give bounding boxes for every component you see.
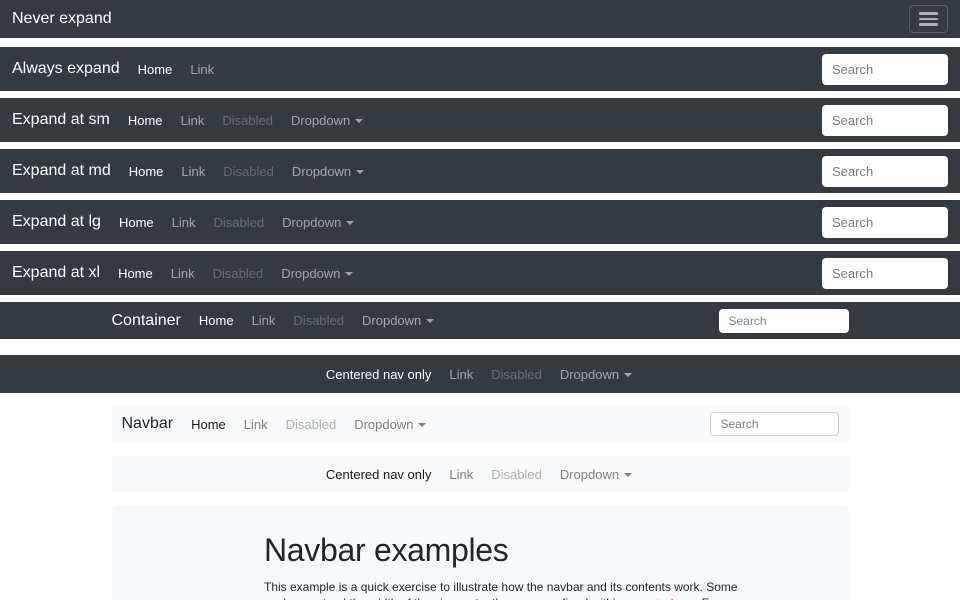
search-input[interactable] [719,309,849,333]
search-input[interactable] [822,54,948,85]
nav-links: HomeLinkDisabledDropdown [111,215,364,230]
hamburger-icon [919,12,938,26]
nav-links: HomeLink [130,62,225,77]
caret-down-icon [356,170,364,174]
nav-link-dropdown[interactable]: Dropdown [346,417,434,432]
navbar-light-navbar: Navbar HomeLinkDisabledDropdown [112,406,849,442]
nav-links: Centered nav onlyLinkDisabledDropdown [318,467,642,482]
search-input[interactable] [822,156,948,187]
intro-paragraph: This example is a quick exercise to illu… [264,579,696,600]
nav-link-disabled: Disabled [205,266,272,281]
navbar-toggler-button[interactable] [909,5,948,33]
intro-line-1: This example is a quick exercise to illu… [264,580,738,594]
intro-line-2: navbars extend the width of the viewport… [264,596,720,600]
nav-link-link[interactable]: Link [182,62,222,77]
nav-link-home[interactable]: Home [110,266,161,281]
main-container: Navbar examples This example is a quick … [112,505,849,600]
nav-link-disabled: Disabled [214,113,281,128]
nav-link-home[interactable]: Home [191,313,242,328]
nav-link-disabled: Disabled [483,367,550,382]
nav-links: HomeLinkDisabledDropdown [191,313,444,328]
navbar-expand-sm: Expand at sm HomeLinkDisabledDropdown [0,98,960,142]
navbar-light-centered: Centered nav onlyLinkDisabledDropdown [112,456,849,492]
navbar-brand-expand-lg[interactable]: Expand at lg [12,213,101,231]
nav-link-dropdown[interactable]: Dropdown [354,313,442,328]
caret-down-icon [624,473,632,477]
nav-link-disabled: Disabled [483,467,550,482]
nav-link-centered-nav-only[interactable]: Centered nav only [318,367,440,382]
navbar-light-navbar-wrap: Navbar HomeLinkDisabledDropdown [112,406,849,442]
nav-link-dropdown[interactable]: Dropdown [552,467,640,482]
search-input[interactable] [822,258,948,289]
jumbotron: Navbar examples This example is a quick … [112,505,849,600]
search-input[interactable] [710,412,839,436]
navbar-dark-centered: Centered nav onlyLinkDisabledDropdown [0,355,960,393]
nav-links: HomeLinkDisabledDropdown [110,266,363,281]
nav-link-link[interactable]: Link [164,215,204,230]
nav-links: HomeLinkDisabledDropdown [120,113,373,128]
navbar-examples-page: Never expandAlways expandHomeLinkExpand … [0,0,960,600]
navbar-always-expand: Always expand HomeLink [0,47,960,91]
nav-link-disabled: Disabled [278,417,345,432]
nav-link-home[interactable]: Home [130,62,181,77]
nav-link-home[interactable]: Home [111,215,162,230]
navbar-expand-xl: Expand at xl HomeLinkDisabledDropdown [0,251,960,295]
nav-link-link[interactable]: Link [441,367,481,382]
page-title: Navbar examples [264,532,696,569]
navbar-brand-always-expand[interactable]: Always expand [12,60,120,78]
jumbotron-column: Navbar examples This example is a quick … [264,532,696,600]
nav-link-link[interactable]: Link [236,417,276,432]
navbar-never-expand: Never expand [0,0,960,38]
nav-link-home[interactable]: Home [120,113,171,128]
navbar-container-container: Container HomeLinkDisabledDropdown [112,302,849,339]
nav-link-dropdown[interactable]: Dropdown [283,113,371,128]
caret-down-icon [624,373,632,377]
navbar-container: Container HomeLinkDisabledDropdown [0,302,960,339]
nav-link-link[interactable]: Link [244,313,284,328]
nav-link-link[interactable]: Link [173,164,213,179]
search-input[interactable] [822,105,948,136]
nav-link-dropdown[interactable]: Dropdown [552,367,640,382]
caret-down-icon [355,119,363,123]
caret-down-icon [346,221,354,225]
caret-down-icon [426,319,434,323]
navbar-expand-md: Expand at md HomeLinkDisabledDropdown [0,149,960,193]
nav-link-link[interactable]: Link [441,467,481,482]
nav-link-home[interactable]: Home [183,417,234,432]
nav-link-dropdown[interactable]: Dropdown [274,215,362,230]
navbar-expand-lg: Expand at lg HomeLinkDisabledDropdown [0,200,960,244]
nav-link-dropdown[interactable]: Dropdown [284,164,372,179]
navbar-brand-expand-md[interactable]: Expand at md [12,162,111,180]
navbar-brand-expand-xl[interactable]: Expand at xl [12,264,100,282]
navbar-brand-never-expand[interactable]: Never expand [12,10,112,28]
caret-down-icon [345,272,353,276]
navbar-brand-light-navbar[interactable]: Navbar [122,415,174,433]
navbar-brand-container[interactable]: Container [112,312,181,330]
nav-link-link[interactable]: Link [173,113,213,128]
nav-link-disabled: Disabled [215,164,282,179]
nav-links: HomeLinkDisabledDropdown [121,164,374,179]
search-input[interactable] [822,207,948,238]
navbar-light-centered-wrap: Centered nav onlyLinkDisabledDropdown [112,456,849,492]
nav-links: HomeLinkDisabledDropdown [183,417,436,432]
caret-down-icon [418,423,426,427]
nav-link-dropdown[interactable]: Dropdown [273,266,361,281]
navbar-brand-expand-sm[interactable]: Expand at sm [12,111,110,129]
nav-link-home[interactable]: Home [121,164,172,179]
nav-link-disabled: Disabled [206,215,273,230]
nav-link-link[interactable]: Link [163,266,203,281]
navbar-stack: Never expandAlways expandHomeLinkExpand … [0,0,960,492]
nav-link-centered-nav-only[interactable]: Centered nav only [318,467,440,482]
nav-link-disabled: Disabled [285,313,352,328]
nav-links: Centered nav onlyLinkDisabledDropdown [318,367,642,382]
